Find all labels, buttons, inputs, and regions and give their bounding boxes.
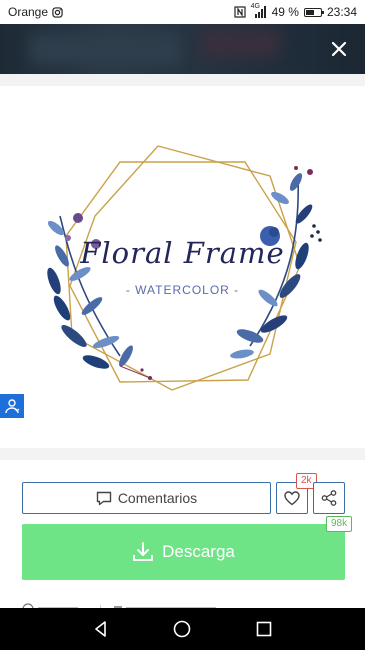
- network-type: 4G: [250, 3, 260, 10]
- user-profile-button[interactable]: [0, 394, 24, 418]
- divider: [0, 74, 365, 86]
- top-bar: [0, 24, 365, 74]
- recents-button[interactable]: [252, 617, 276, 641]
- back-icon: [95, 621, 106, 637]
- carrier-name: Orange: [8, 5, 49, 19]
- download-icon: [133, 542, 154, 561]
- battery-icon: [303, 7, 324, 17]
- clock: 23:34: [326, 5, 357, 19]
- download-label: Descarga: [162, 542, 235, 561]
- background-blur: [30, 34, 180, 64]
- home-button[interactable]: [170, 617, 194, 641]
- recents-icon: [256, 621, 272, 637]
- download-button[interactable]: Descarga: [22, 524, 345, 580]
- artwork-subtitle: - WATERCOLOR -: [125, 283, 240, 297]
- background-blur: [200, 28, 280, 58]
- home-icon: [174, 620, 191, 638]
- battery-level: [305, 9, 314, 15]
- comments-label: Comentarios: [117, 490, 198, 506]
- close-icon: [331, 41, 347, 57]
- comment-icon: [96, 491, 112, 505]
- truncated-info-row: [22, 600, 352, 608]
- instagram-icon: [52, 6, 63, 18]
- back-button[interactable]: [89, 617, 113, 641]
- system-nav-bar: [0, 608, 365, 650]
- downloads-count-badge: 98k: [326, 516, 353, 532]
- artwork-title: Floral Frame: [80, 236, 285, 270]
- close-button[interactable]: [327, 37, 351, 61]
- battery-percent: 49 %: [271, 5, 299, 19]
- status-bar: Orange 4G 49 % 23:34: [0, 0, 365, 24]
- share-button[interactable]: [313, 482, 345, 514]
- user-icon: [5, 399, 20, 414]
- heart-icon: [284, 490, 300, 505]
- image-preview[interactable]: Floral Frame - WATERCOLOR -: [0, 86, 365, 448]
- comments-button[interactable]: Comentarios: [22, 482, 271, 514]
- signal-icon: 4G: [250, 3, 267, 18]
- share-icon: [321, 490, 337, 506]
- divider: [0, 448, 365, 460]
- nfc-icon: [234, 6, 246, 18]
